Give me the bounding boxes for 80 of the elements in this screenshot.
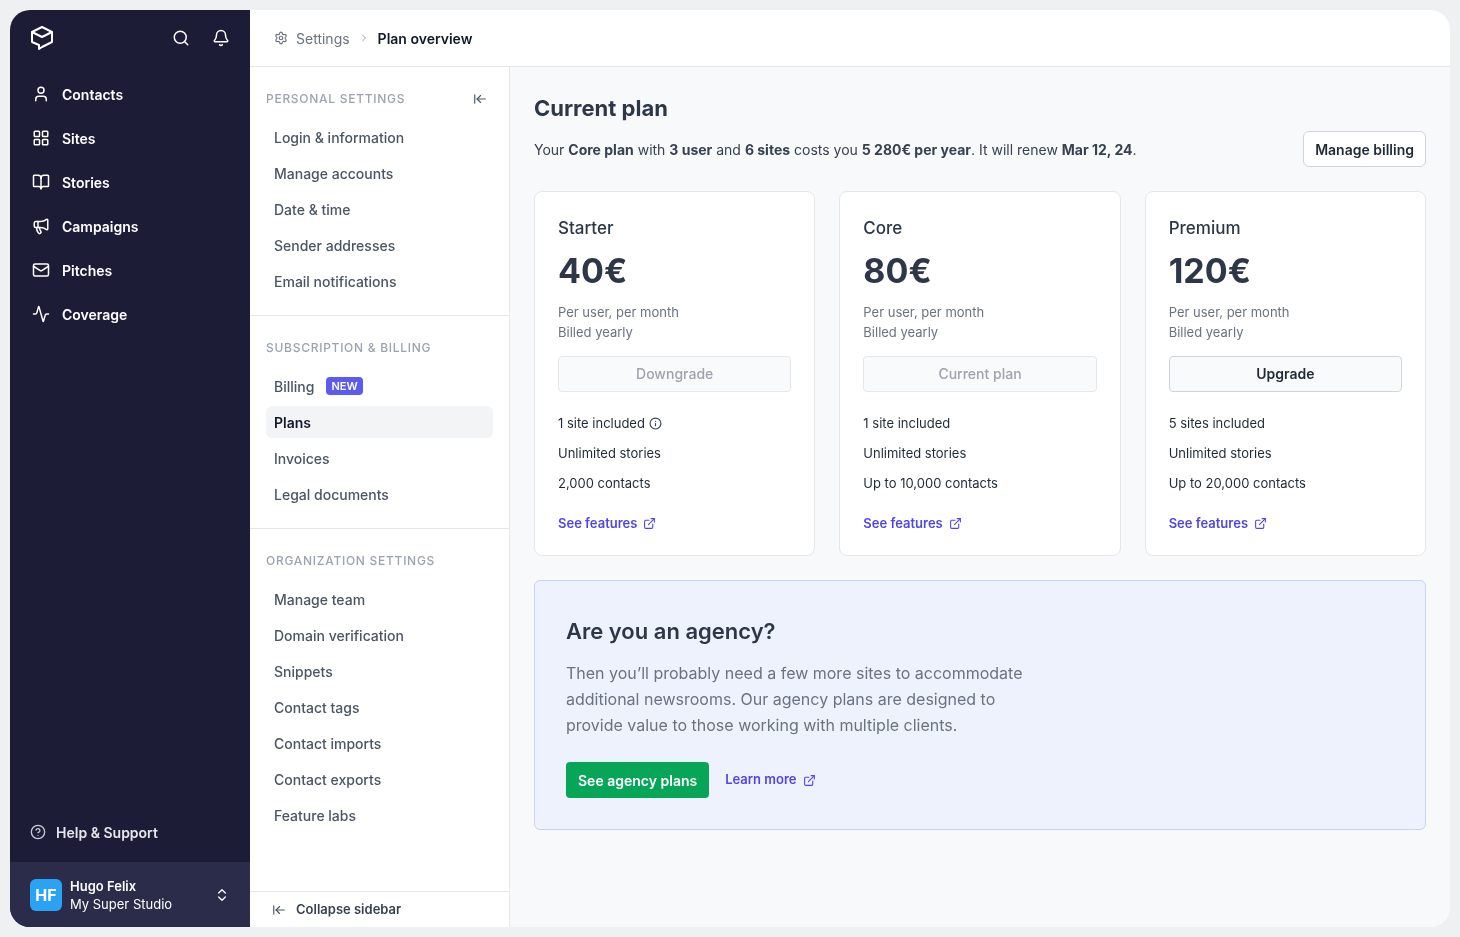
- plan-feature: Up to 10,000 contacts: [863, 473, 998, 493]
- plan-feature: Unlimited stories: [1168, 443, 1272, 463]
- plan-feature: Up to 20,000 contacts: [1168, 473, 1306, 493]
- person-icon: [32, 85, 50, 103]
- menu-item[interactable]: Manage team: [266, 583, 374, 615]
- billing-note: Billed yearly: [558, 322, 634, 342]
- nav-item[interactable]: Campaigns: [62, 215, 139, 237]
- external-link-icon: [948, 516, 962, 530]
- see-features-link[interactable]: See features: [1168, 513, 1249, 533]
- new-badge: NEW: [326, 377, 363, 395]
- menu-item[interactable]: Sender addresses: [266, 229, 404, 261]
- menu-item[interactable]: Manage accounts: [266, 157, 402, 189]
- menu-item[interactable]: Contact exports: [266, 763, 390, 795]
- nav-item[interactable]: Coverage: [62, 303, 128, 325]
- menu-item[interactable]: Invoices: [266, 442, 338, 474]
- bell-icon[interactable]: [212, 29, 230, 47]
- menu-item[interactable]: Login & information: [266, 121, 413, 153]
- plan-price: 120€: [1168, 249, 1252, 292]
- price-period: Per user, per month: [558, 302, 680, 322]
- breadcrumb-item: Plan overview: [377, 28, 473, 49]
- user-name: Hugo Felix: [70, 876, 138, 895]
- gear-icon: [274, 31, 288, 45]
- agency-description: Then you’ll probably need a few more sites to accommodate additional newsrooms. Our agency plans are designed to provide value to those working with multiple clients.: [566, 662, 1024, 737]
- plan-feature: Unlimited stories: [558, 443, 661, 463]
- menu-item[interactable]: Date & time: [266, 193, 359, 225]
- plan-feature: Unlimited stories: [863, 443, 967, 463]
- billing-note: Billed yearly: [863, 322, 940, 342]
- nav-item[interactable]: Pitches: [62, 259, 113, 281]
- collapse-icon[interactable]: [473, 92, 487, 106]
- breadcrumb-item[interactable]: Settings: [296, 27, 350, 49]
- plan-price: 40€: [558, 249, 629, 292]
- pulse-icon: [32, 305, 50, 323]
- logo-icon: [30, 25, 54, 51]
- book-icon: [32, 173, 50, 191]
- plan-name: Premium: [1168, 217, 1242, 240]
- agency-title: Are you an agency?: [566, 617, 777, 646]
- plan-name: Starter: [558, 217, 615, 240]
- billing-note: Billed yearly: [1168, 322, 1245, 342]
- megaphone-icon: [32, 217, 50, 235]
- menu-item[interactable]: Contact tags: [266, 691, 368, 723]
- plan-feature: 2,000 contacts: [558, 473, 651, 493]
- user-avatar: HF: [30, 878, 62, 911]
- envelope-icon: [32, 261, 50, 279]
- plan-summary: Your Core plan with 3 user and 6 sites costs you 5 280€ per year. It will renew Mar 12, 24.: [534, 139, 1137, 160]
- menu-item[interactable]: Legal documents: [266, 478, 397, 510]
- nav-item[interactable]: Stories: [62, 171, 110, 193]
- plan-feature: 5 sites included: [1168, 413, 1266, 433]
- external-link-icon: [802, 773, 816, 787]
- price-period: Per user, per month: [1168, 302, 1291, 322]
- menu-item[interactable]: Billing: [266, 370, 323, 402]
- menu-item[interactable]: Domain verification: [266, 619, 412, 651]
- workspace-name: My Super Studio: [70, 894, 173, 913]
- help-link[interactable]: Help & Support: [56, 821, 158, 843]
- manage-billing-button[interactable]: Manage billing: [1303, 131, 1426, 167]
- plan-price: 80€: [863, 249, 933, 292]
- page-title: Current plan: [534, 94, 669, 123]
- plan-feature: 1 site included: [558, 413, 645, 433]
- nav-item[interactable]: Sites: [62, 127, 96, 149]
- grid-icon: [32, 129, 50, 147]
- section-heading: SUBSCRIPTION & BILLING: [266, 339, 432, 357]
- external-link-icon: [643, 516, 657, 530]
- learn-more-link[interactable]: Learn more: [725, 770, 797, 790]
- search-icon[interactable]: [172, 29, 190, 47]
- plan-name: Core: [863, 217, 904, 240]
- menu-item[interactable]: Email notifications: [266, 265, 405, 297]
- plan-button[interactable]: Upgrade: [1168, 355, 1402, 392]
- section-heading: ORGANIZATION SETTINGS: [266, 552, 436, 570]
- menu-item[interactable]: Contact imports: [266, 727, 390, 759]
- external-link-icon: [1254, 516, 1268, 530]
- user-switcher[interactable]: HF Hugo Felix My Super Studio: [10, 862, 250, 927]
- help-icon: [30, 824, 46, 840]
- plan-feature: 1 site included: [863, 413, 951, 433]
- section-heading: PERSONAL SETTINGS: [266, 90, 406, 108]
- price-period: Per user, per month: [863, 302, 986, 322]
- collapse-icon: [272, 902, 286, 917]
- menu-item[interactable]: Plans: [266, 406, 493, 438]
- menu-item[interactable]: Feature labs: [266, 799, 365, 831]
- collapse-sidebar-link[interactable]: Collapse sidebar: [296, 899, 402, 920]
- menu-item[interactable]: Snippets: [266, 655, 341, 687]
- nav-item[interactable]: Contacts: [62, 83, 124, 105]
